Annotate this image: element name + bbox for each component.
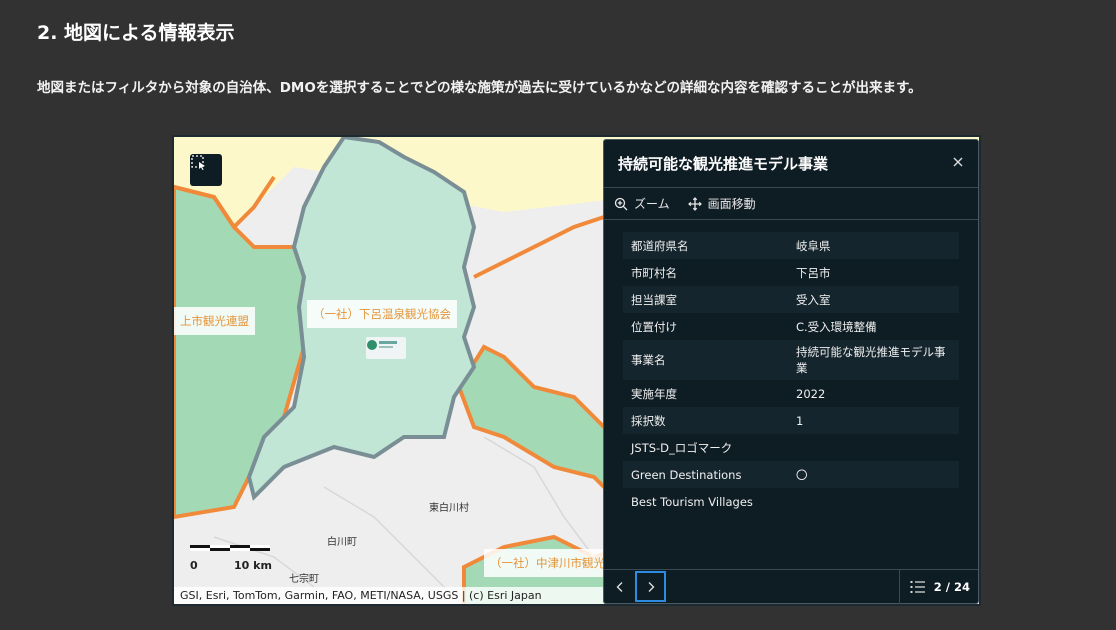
scale-bar-graphic <box>190 545 270 551</box>
chevron-left-icon <box>616 581 622 592</box>
table-row: 位置付け C.受入環境整備 <box>623 313 959 340</box>
attr-key: 位置付け <box>623 313 788 340</box>
attr-key: 事業名 <box>623 340 788 380</box>
select-tool-button[interactable] <box>190 154 222 186</box>
map-label-dmo-nakatsugawa[interactable]: （一社）中津川市観光 <box>484 549 611 577</box>
attr-value <box>788 434 959 461</box>
attr-key: 市町村名 <box>623 259 788 286</box>
attr-key: 実施年度 <box>623 380 788 407</box>
attr-key: JSTS-D_ロゴマーク <box>623 434 788 461</box>
table-row: 市町村名 下呂市 <box>623 259 959 286</box>
section-description: 地図またはフィルタから対象の自治体、DMOを選択することでどの様な施策が過去に受… <box>37 80 922 96</box>
table-row: 事業名 持続可能な観光推進モデル事業 <box>623 340 959 380</box>
next-feature-button[interactable] <box>635 571 666 602</box>
select-region-icon <box>191 155 205 171</box>
attr-value <box>788 488 959 515</box>
map-attribution[interactable]: GSI, Esri, TomTom, Garmin, FAO, METI/NAS… <box>174 587 604 604</box>
popup-header: 持続可能な観光推進モデル事業 <box>604 140 978 188</box>
scale-bar: 0 10 km <box>190 545 275 575</box>
attr-value: 受入室 <box>788 286 959 313</box>
attribute-table-wrap: 都道府県名 岐阜県 市町村名 下呂市 担当課室 受入室 位置付け C.受入環境整… <box>604 220 978 515</box>
attr-value: C.受入環境整備 <box>788 313 959 340</box>
logo-mark-icon <box>367 340 397 350</box>
scale-zero-label: 0 <box>190 559 198 572</box>
attribute-table: 都道府県名 岐阜県 市町村名 下呂市 担当課室 受入室 位置付け C.受入環境整… <box>623 232 959 515</box>
town-label-hichisou: 七宗町 <box>289 574 319 585</box>
table-row: JSTS-D_ロゴマーク <box>623 434 959 461</box>
pan-action-button[interactable]: 画面移動 <box>687 195 756 212</box>
feature-popup: 持続可能な観光推進モデル事業 ズーム 画面移動 都道府県名 岐阜県 市町村名 下… <box>603 139 979 604</box>
attr-key: 都道府県名 <box>623 232 788 259</box>
attr-key: Best Tourism Villages <box>623 488 788 515</box>
list-icon <box>910 580 925 593</box>
town-label-higashishirakawa: 東白川村 <box>429 503 469 514</box>
pager-count: 2 / 24 <box>933 579 970 594</box>
attr-value: 岐阜県 <box>788 232 959 259</box>
popup-title: 持続可能な観光推進モデル事業 <box>618 155 829 173</box>
table-row: 採択数 1 <box>623 407 959 434</box>
attr-value: 1 <box>788 407 959 434</box>
attr-key: 担当課室 <box>623 286 788 313</box>
table-row: Green Destinations 〇 <box>623 461 959 488</box>
table-row: 都道府県名 岐阜県 <box>623 232 959 259</box>
attr-value: 下呂市 <box>788 259 959 286</box>
scale-ten-label: 10 km <box>234 559 272 572</box>
close-icon <box>953 157 963 166</box>
pan-action-label: 画面移動 <box>707 197 756 211</box>
map-widget: 上市観光連盟 （一社）下呂温泉観光協会 （一社）中津川市観光 東白川村 白川町 … <box>172 135 981 606</box>
attr-value: 2022 <box>788 380 959 407</box>
attr-value: 持続可能な観光推進モデル事業 <box>788 340 959 380</box>
zoom-in-icon <box>614 197 628 210</box>
map-label-dmo-left[interactable]: 上市観光連盟 <box>174 307 255 335</box>
previous-feature-button[interactable] <box>604 571 635 602</box>
table-row: 実施年度 2022 <box>623 380 959 407</box>
attr-key: 採択数 <box>623 407 788 434</box>
chevron-right-icon <box>648 581 654 592</box>
popup-close-button[interactable] <box>952 156 964 172</box>
popup-actions: ズーム 画面移動 <box>604 188 978 220</box>
zoom-action-button[interactable]: ズーム <box>614 195 670 212</box>
popup-footer: 2 / 24 <box>604 569 978 604</box>
attr-key: Green Destinations <box>623 461 788 488</box>
move-arrows-icon <box>687 196 702 211</box>
table-row: Best Tourism Villages <box>623 488 959 515</box>
section-heading: 2. 地図による情報表示 <box>37 22 235 44</box>
town-label-shirakawa: 白川町 <box>327 537 357 548</box>
dmo-logo-marker[interactable] <box>366 337 406 359</box>
table-row: 担当課室 受入室 <box>623 286 959 313</box>
zoom-action-label: ズーム <box>634 197 670 211</box>
map-label-dmo-gero[interactable]: （一社）下呂温泉観光協会 <box>307 300 457 328</box>
attr-value: 〇 <box>788 461 959 488</box>
feature-pager[interactable]: 2 / 24 <box>898 569 978 604</box>
